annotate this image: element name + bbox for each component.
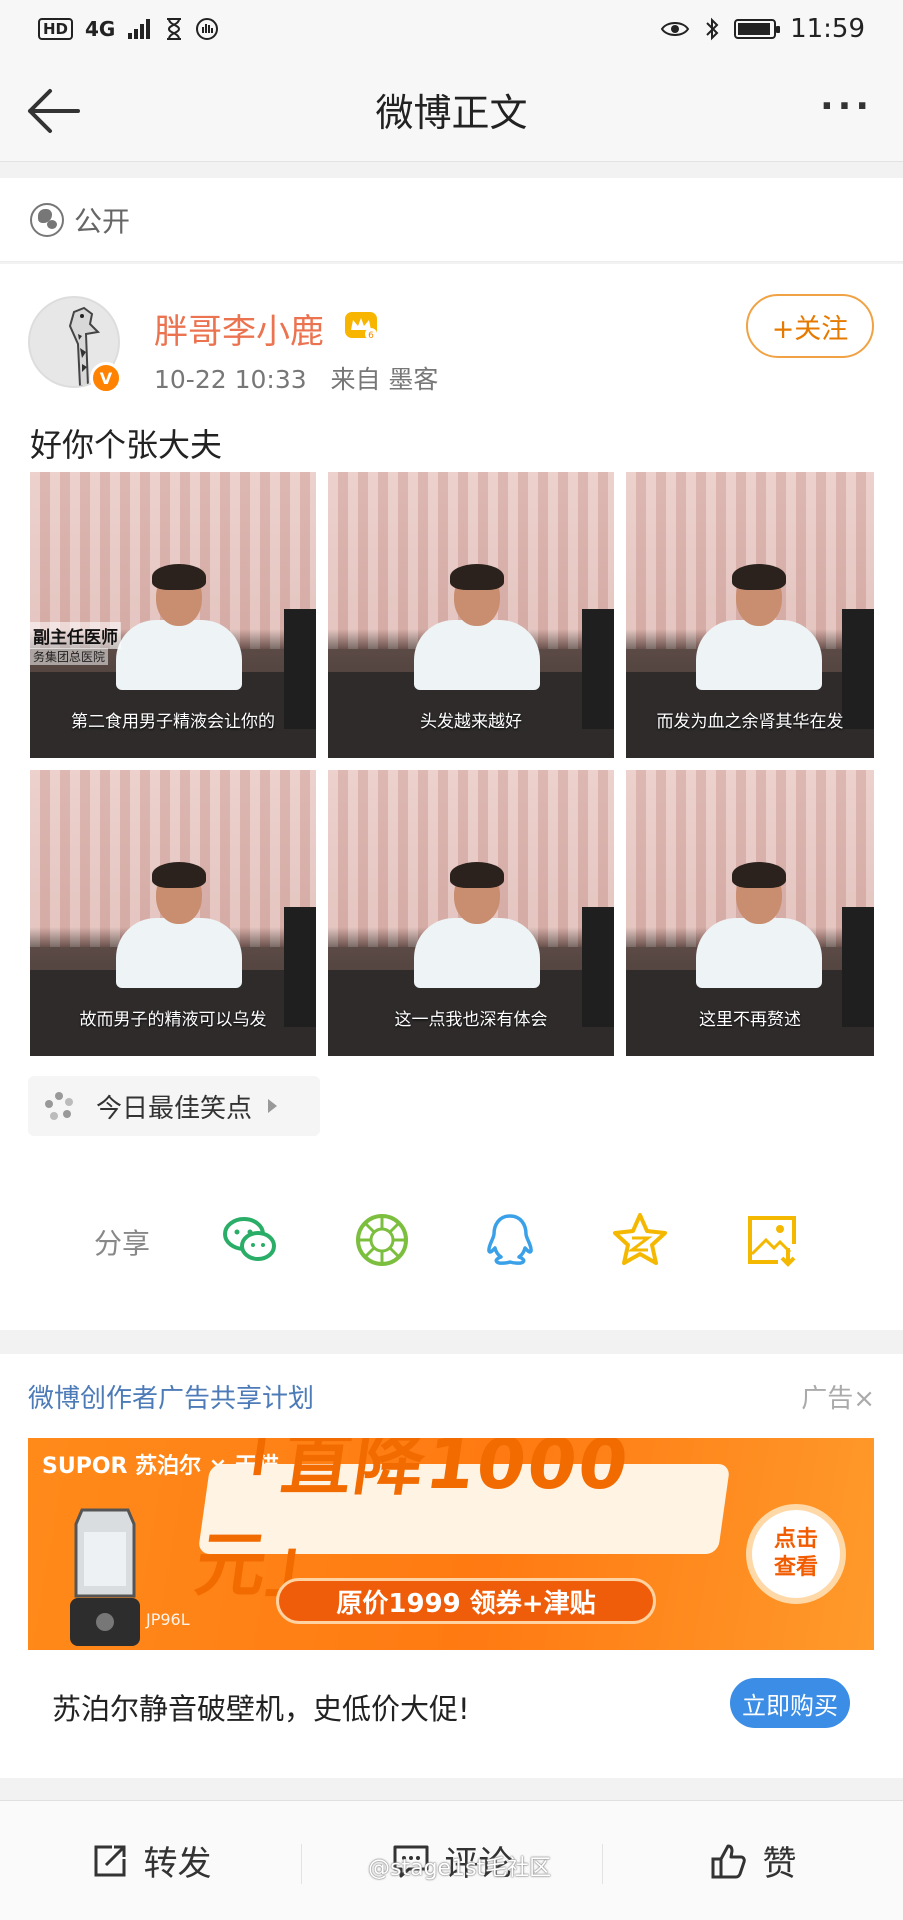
post-card: V 胖哥李小鹿 6 10-22 10:33 来自 墨客 +关注 好你个张大夫 副… <box>0 264 903 1330</box>
follow-button[interactable]: +关注 <box>746 294 874 358</box>
photo-4[interactable]: 故而男子的精液可以乌发 <box>30 770 316 1056</box>
verified-badge: V <box>90 362 122 394</box>
chevron-right-icon <box>268 1099 278 1113</box>
post-text: 好你个张大夫 <box>30 426 223 464</box>
photo-5[interactable]: 这一点我也深有体会 <box>328 770 614 1056</box>
repost-button[interactable]: 转发 <box>0 1836 301 1885</box>
vip-crown-icon: 6 <box>345 312 377 341</box>
network-label: 4G <box>85 17 116 41</box>
hourglass-icon <box>167 18 182 40</box>
photo-caption: 而发为血之余肾其华在发 <box>656 712 844 732</box>
user-name[interactable]: 胖哥李小鹿 <box>154 304 324 353</box>
wechat-icon[interactable] <box>220 1210 280 1270</box>
ad-close-label[interactable]: 广告× <box>801 1378 875 1415</box>
watermark: @stage1st毛社区 <box>368 1856 552 1881</box>
like-label: 赞 <box>762 1844 797 1884</box>
save-image-icon[interactable] <box>742 1210 802 1270</box>
photo-side-label: 副主任医师 <box>30 622 121 649</box>
shield-hand-icon <box>196 18 219 40</box>
ad-cta-line-2: 查看 <box>773 1555 818 1580</box>
topic-tag[interactable]: 今日最佳笑点 <box>28 1076 320 1136</box>
ad-card: 微博创作者广告共享计划 广告× SUPOR 苏泊尔 × 天猫 「直降1000元」… <box>0 1354 903 1778</box>
photo-3[interactable]: 而发为血之余肾其华在发 <box>626 472 874 758</box>
photo-1[interactable]: 副主任医师 务集团总医院 第二食用男子精液会让你的 <box>30 472 316 758</box>
share-row: 分享 <box>0 1202 903 1278</box>
topic-label: 今日最佳笑点 <box>96 1093 253 1124</box>
signal-icon <box>128 19 151 39</box>
photo-6[interactable]: 这里不再赘述 <box>626 770 874 1056</box>
moments-icon[interactable] <box>352 1210 412 1270</box>
more-options-icon[interactable]: ··· <box>820 86 873 127</box>
status-left: HD 4G <box>38 17 219 41</box>
buy-now-button[interactable]: 立即购买 <box>730 1678 850 1728</box>
clock: 11:59 <box>790 14 865 44</box>
thumbs-up-icon <box>711 1844 746 1878</box>
eye-icon <box>660 22 690 36</box>
photo-2[interactable]: 头发越来越好 <box>328 472 614 758</box>
ad-headline: 「直降1000元」 <box>190 1438 731 1606</box>
repost-icon <box>94 1845 125 1876</box>
status-right: 11:59 <box>660 14 865 44</box>
ad-banner[interactable]: SUPOR 苏泊尔 × 天猫 「直降1000元」 原价1999 领券+津贴 JP… <box>28 1438 874 1650</box>
repost-label: 转发 <box>143 1844 212 1884</box>
blender-product-icon <box>70 1508 140 1646</box>
visibility-row: 公开 <box>0 178 903 262</box>
photo-caption: 这一点我也深有体会 <box>394 1010 548 1030</box>
ad-header[interactable]: 微博创作者广告共享计划 <box>28 1378 314 1415</box>
qq-icon[interactable] <box>480 1210 540 1270</box>
page-title: 微博正文 <box>375 91 528 135</box>
post-meta: 10-22 10:33 来自 墨客 <box>154 365 439 394</box>
photo-caption: 第二食用男子精液会让你的 <box>71 712 275 732</box>
ad-cta-circle[interactable]: 点击 查看 <box>746 1504 846 1604</box>
visibility-label: 公开 <box>74 204 131 238</box>
nav-bar: 微博正文 ··· <box>0 58 903 162</box>
topic-sparkle-icon <box>45 1092 73 1120</box>
photo-caption: 故而男子的精液可以乌发 <box>79 1010 267 1030</box>
photo-grid: 副主任医师 务集团总医院 第二食用男子精液会让你的 头发越来越好 而发为血之余肾… <box>30 472 874 1056</box>
globe-icon <box>30 202 64 237</box>
photo-side-label-2: 务集团总医院 <box>30 648 109 665</box>
photo-caption: 头发越来越好 <box>420 712 522 732</box>
qzone-icon[interactable] <box>610 1210 670 1270</box>
back-arrow-icon[interactable] <box>22 80 84 142</box>
ad-model: JP96L <box>146 1610 190 1629</box>
ad-subline: 原价1999 领券+津贴 <box>276 1578 656 1624</box>
status-bar: HD 4G 11:59 <box>0 0 903 58</box>
ad-title[interactable]: 苏泊尔静音破壁机，史低价大促! <box>52 1686 470 1728</box>
share-label: 分享 <box>94 1227 151 1260</box>
svg-text:6: 6 <box>368 331 374 341</box>
like-button[interactable]: 赞 <box>602 1836 903 1885</box>
ad-cta-line-1: 点击 <box>773 1527 818 1552</box>
hd-badge: HD <box>38 18 74 40</box>
bluetooth-icon <box>706 17 719 41</box>
photo-caption: 这里不再赘述 <box>699 1010 801 1030</box>
battery-icon <box>734 19 781 39</box>
